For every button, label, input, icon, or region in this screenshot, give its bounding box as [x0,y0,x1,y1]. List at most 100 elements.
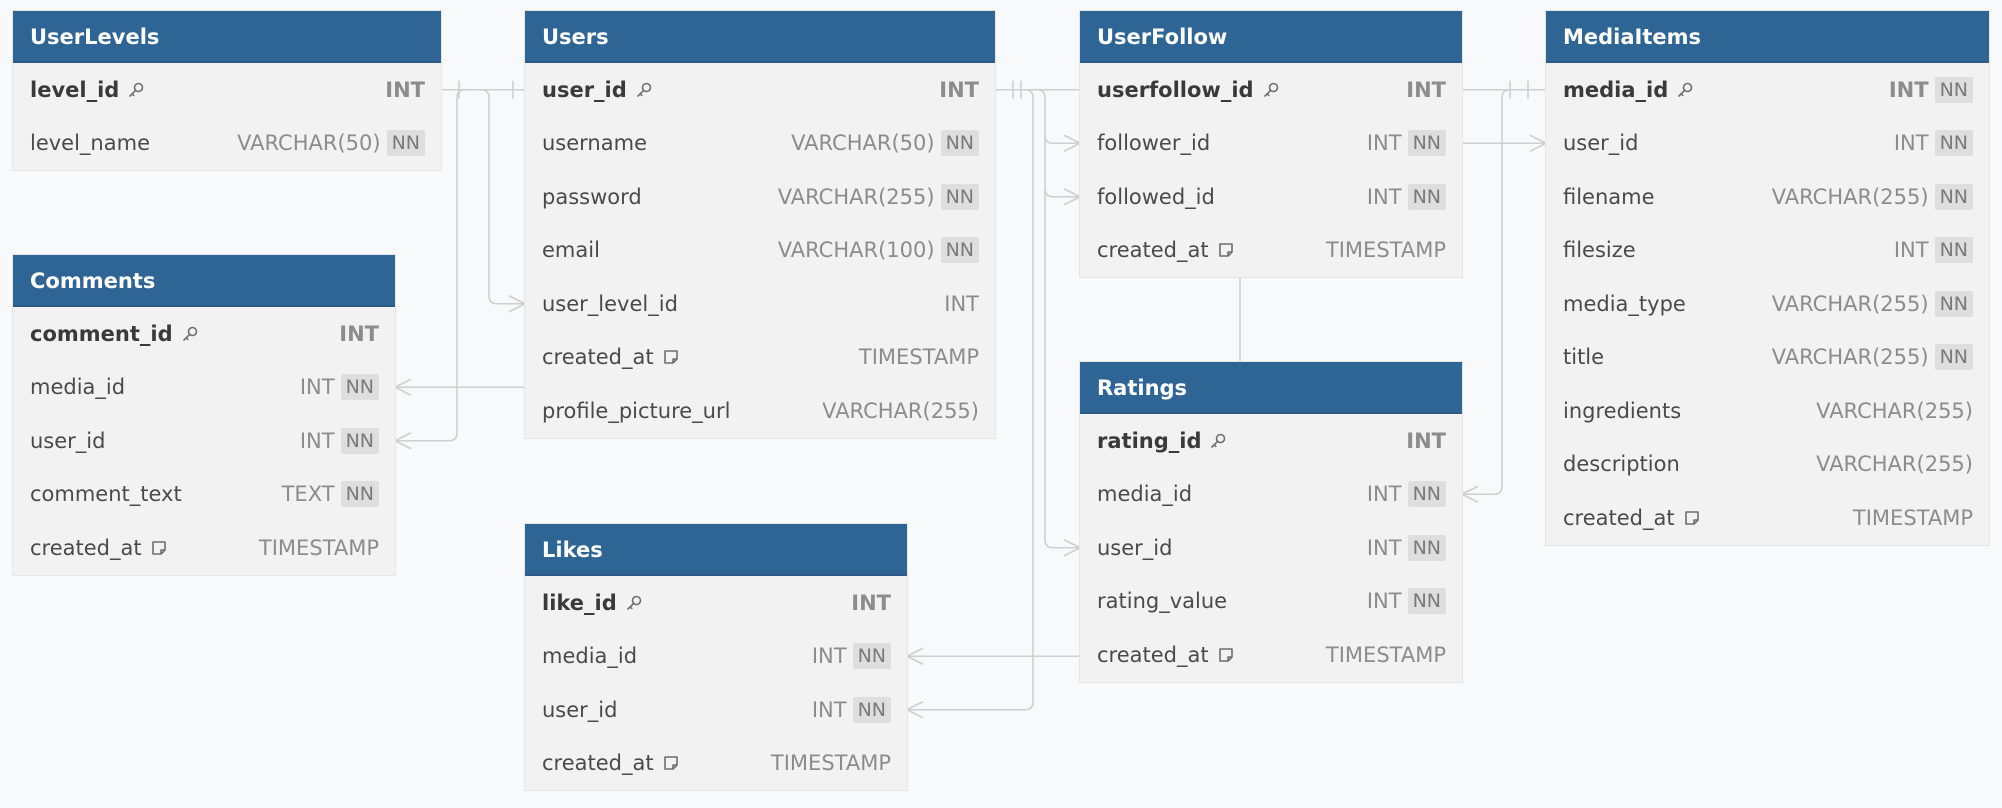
column-name-text: profile_picture_url [542,398,731,423]
er-diagram-canvas: UserLevels level_id INT level_name VARCHAR(5… [0,0,2002,808]
column-name-text: rating_value [1097,589,1228,614]
column-name-text: user_id [542,697,618,722]
column-row-created-at[interactable]: created_at TIMESTAMP [13,521,395,575]
column-name-text: followed_id [1097,184,1215,209]
column-name: media_id [542,644,812,668]
table-userlevels[interactable]: UserLevels level_id INT level_name VARCHAR(5… [13,11,441,170]
table-header[interactable]: UserFollow [1080,11,1462,63]
column-row-title[interactable]: title VARCHAR(255) NN [1546,331,1989,385]
column-row-user-id[interactable]: user_id INT NN [13,414,395,468]
column-row-followed-id[interactable]: followed_id INT NN [1080,170,1462,224]
column-type: INT [339,321,379,346]
note-icon[interactable] [1217,241,1235,259]
column-name-text: media_id [542,644,638,669]
column-row-comment-id[interactable]: comment_id INT [13,307,395,361]
column-row-filesize[interactable]: filesize INT NN [1546,224,1989,278]
column-name: followed_id [1097,185,1367,209]
column-type: TIMESTAMP [1325,642,1446,667]
column-row-filename[interactable]: filename VARCHAR(255) NN [1546,170,1989,224]
column-row-userfollow-id[interactable]: userfollow_id INT [1080,63,1462,117]
column-row-user-id[interactable]: user_id INT [525,63,995,117]
table-comments[interactable]: Comments comment_id INT media_id INT NN user_i… [13,255,395,575]
not-null-badge: NN [340,481,379,508]
column-name-text: media_id [30,375,126,400]
table-likes[interactable]: Likes like_id INT media_id INT NN user_id INT NN… [525,524,907,790]
column-row-created-at[interactable]: created_at TIMESTAMP [525,331,995,385]
column-name-text: like_id [542,590,617,615]
column-row-created-at[interactable]: created_at TIMESTAMP [1080,628,1462,682]
table-header[interactable]: Comments [13,255,395,307]
table-header[interactable]: UserLevels [13,11,441,63]
column-row-media-type[interactable]: media_type VARCHAR(255) NN [1546,277,1989,331]
column-row-follower-id[interactable]: follower_id INT NN [1080,117,1462,171]
table-userfollow[interactable]: UserFollow userfollow_id INT follower_id INT… [1080,11,1462,277]
note-icon[interactable] [662,348,680,366]
note-icon[interactable] [150,539,168,557]
table-ratings[interactable]: Ratings rating_id INT media_id INT NN user_id I… [1080,362,1462,682]
column-name-text: user_id [1563,131,1639,156]
column-row-comment-text[interactable]: comment_text TEXT NN [13,468,395,522]
column-row-email[interactable]: email VARCHAR(100) NN [525,224,995,278]
not-null-badge: NN [1934,183,1973,210]
column-row-user-id[interactable]: user_id INT NN [1080,521,1462,575]
column-row-media-id[interactable]: media_id INT NN [1080,468,1462,522]
column-row-user-id[interactable]: user_id INT NN [525,683,907,737]
column-row-rating-value[interactable]: rating_value INT NN [1080,575,1462,629]
column-row-created-at[interactable]: created_at TIMESTAMP [525,737,907,791]
column-row-user-level-id[interactable]: user_level_id INT [525,277,995,331]
table-header[interactable]: Ratings [1080,362,1462,414]
column-type: VARCHAR(255) [777,184,935,209]
column-type: INT [811,644,847,669]
column-name-text: created_at [1563,505,1675,530]
column-row-media-id[interactable]: media_id INT NN [1546,63,1989,117]
column-row-like-id[interactable]: like_id INT [525,576,907,630]
column-name-text: comment_text [30,482,182,507]
column-row-user-id[interactable]: user_id INT NN [1546,117,1989,171]
column-name-text: rating_id [1097,428,1202,453]
column-row-created-at[interactable]: created_at TIMESTAMP [1546,491,1989,545]
column-name-text: created_at [1097,238,1209,263]
column-type: INT [385,77,425,102]
column-name: description [1563,452,1816,476]
link-userlevels-users [441,88,525,305]
table-header[interactable]: MediaItems [1546,11,1989,63]
table-mediaitems[interactable]: MediaItems media_id INT NN user_id INT NN filen… [1546,11,1989,545]
key-icon [181,325,199,343]
note-icon[interactable] [1683,509,1701,527]
column-name-text: email [542,238,600,263]
column-type: INT [1893,238,1929,263]
column-row-media-id[interactable]: media_id INT NN [525,630,907,684]
table-users[interactable]: Users user_id INT username VARCHAR(50) NN pass… [525,11,995,438]
note-icon[interactable] [1217,646,1235,664]
column-row-password[interactable]: password VARCHAR(255) NN [525,170,995,224]
column-type: TEXT [281,482,335,507]
column-type: INT [299,375,335,400]
column-name: comment_id [30,322,339,346]
column-row-level-id[interactable]: level_id INT [13,63,441,117]
note-icon[interactable] [662,754,680,772]
column-name: created_at [30,536,259,560]
column-name-text: title [1563,345,1605,370]
column-row-description[interactable]: description VARCHAR(255) [1546,438,1989,492]
not-null-badge: NN [1407,183,1446,210]
column-name: filesize [1563,238,1894,262]
column-row-media-id[interactable]: media_id INT NN [13,361,395,415]
key-icon [625,594,643,612]
column-row-ingredients[interactable]: ingredients VARCHAR(255) [1546,384,1989,438]
key-icon [1209,432,1227,450]
table-header[interactable]: Likes [525,524,907,576]
not-null-badge: NN [852,643,891,670]
not-null-badge: NN [852,696,891,723]
column-name-text: created_at [1097,642,1209,667]
column-type: INT [811,697,847,722]
column-row-level-name[interactable]: level_name VARCHAR(50) NN [13,117,441,171]
column-row-profile-picture-url[interactable]: profile_picture_url VARCHAR(255) [525,384,995,438]
column-name-text: user_id [1097,535,1173,560]
column-row-rating-id[interactable]: rating_id INT [1080,414,1462,468]
column-name: userfollow_id [1097,78,1406,102]
column-name-text: user_level_id [542,291,678,316]
column-row-username[interactable]: username VARCHAR(50) NN [525,117,995,171]
column-name: media_id [30,375,300,399]
table-header[interactable]: Users [525,11,995,63]
column-row-created-at[interactable]: created_at TIMESTAMP [1080,224,1462,278]
